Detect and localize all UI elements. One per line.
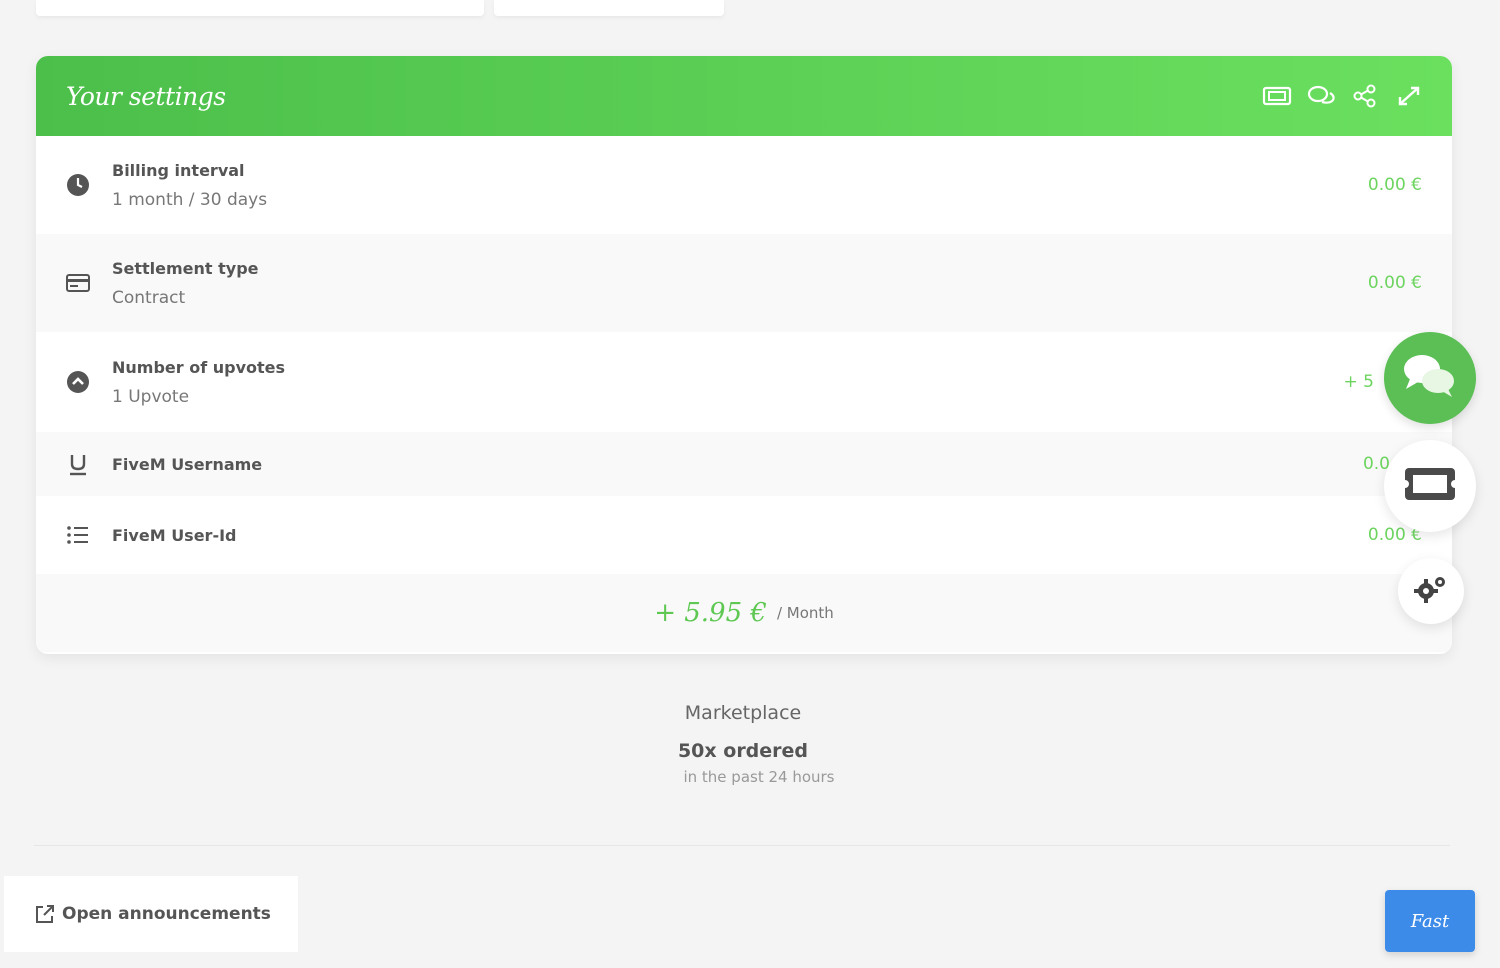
chat-icon [1400, 351, 1460, 405]
settings-fab[interactable] [1398, 558, 1464, 624]
setting-texts: Billing interval 1 month / 30 days [112, 161, 1422, 210]
top-tab-right[interactable] [494, 0, 724, 16]
marketplace-count: 50x ordered [677, 740, 809, 762]
setting-texts: FiveM User-Id [112, 526, 1422, 545]
setting-price: 0.00 € [1367, 175, 1422, 195]
setting-row-userid[interactable]: FiveM User-Id 0.00 € [36, 496, 1452, 574]
setting-value: Contract [112, 287, 186, 308]
share-icon[interactable] [1350, 84, 1380, 108]
ticket-icon[interactable] [1262, 84, 1292, 108]
setting-price: 0.00 € [1367, 273, 1422, 293]
setting-price: + 5 [1343, 372, 1374, 392]
settings-header: Your settings [36, 56, 1452, 136]
setting-label: Number of upvotes [112, 357, 286, 377]
ticket-fab[interactable] [1384, 440, 1476, 532]
total-period: / Month [776, 604, 834, 622]
total-row: + 5.95 € / Month [36, 574, 1452, 652]
setting-label: FiveM Username [112, 454, 263, 474]
setting-row-username[interactable]: FiveM Username 0.0 [36, 432, 1452, 496]
marketplace-section: Marketplace 50x ordered in the past 24 h… [0, 702, 1500, 786]
underline-icon [66, 452, 90, 476]
open-announcements-button[interactable]: Open announcements [4, 876, 298, 952]
setting-value: 1 Upvote [112, 386, 190, 407]
marketplace-subtitle: in the past 24 hours [683, 768, 835, 786]
divider [34, 845, 1450, 846]
setting-row-billing[interactable]: Billing interval 1 month / 30 days 0.00 … [36, 136, 1452, 234]
setting-label: Settlement type [112, 258, 259, 278]
external-link-icon [36, 905, 54, 923]
setting-texts: Number of upvotes 1 Upvote [112, 358, 1422, 407]
chevron-up-circle-icon [66, 370, 90, 394]
setting-label: FiveM User-Id [112, 525, 237, 545]
ticket-icon [1401, 464, 1459, 508]
chat-icon[interactable] [1306, 84, 1336, 108]
setting-texts: FiveM Username [112, 455, 1422, 474]
chat-fab[interactable] [1384, 332, 1476, 424]
credit-card-icon [66, 271, 90, 295]
gears-icon [1414, 574, 1448, 608]
total-amount: + 5.95 € [654, 598, 767, 628]
settings-title: Your settings [66, 81, 226, 111]
marketplace-title: Marketplace [684, 702, 802, 724]
expand-icon[interactable] [1394, 84, 1424, 108]
setting-row-settlement[interactable]: Settlement type Contract 0.00 € [36, 234, 1452, 332]
header-icons [1262, 84, 1424, 108]
list-icon [66, 523, 90, 547]
setting-value: 1 month / 30 days [112, 189, 268, 210]
settings-card: Your settings Billing interval 1 month /… [36, 56, 1452, 654]
announcements-label: Open announcements [62, 904, 271, 924]
setting-label: Billing interval [112, 160, 245, 180]
setting-row-upvotes[interactable]: Number of upvotes 1 Upvote + 5 [36, 332, 1452, 432]
setting-texts: Settlement type Contract [112, 259, 1422, 308]
clock-icon [66, 173, 90, 197]
top-tab-left[interactable] [36, 0, 484, 16]
fast-button[interactable]: Fast [1385, 890, 1475, 952]
